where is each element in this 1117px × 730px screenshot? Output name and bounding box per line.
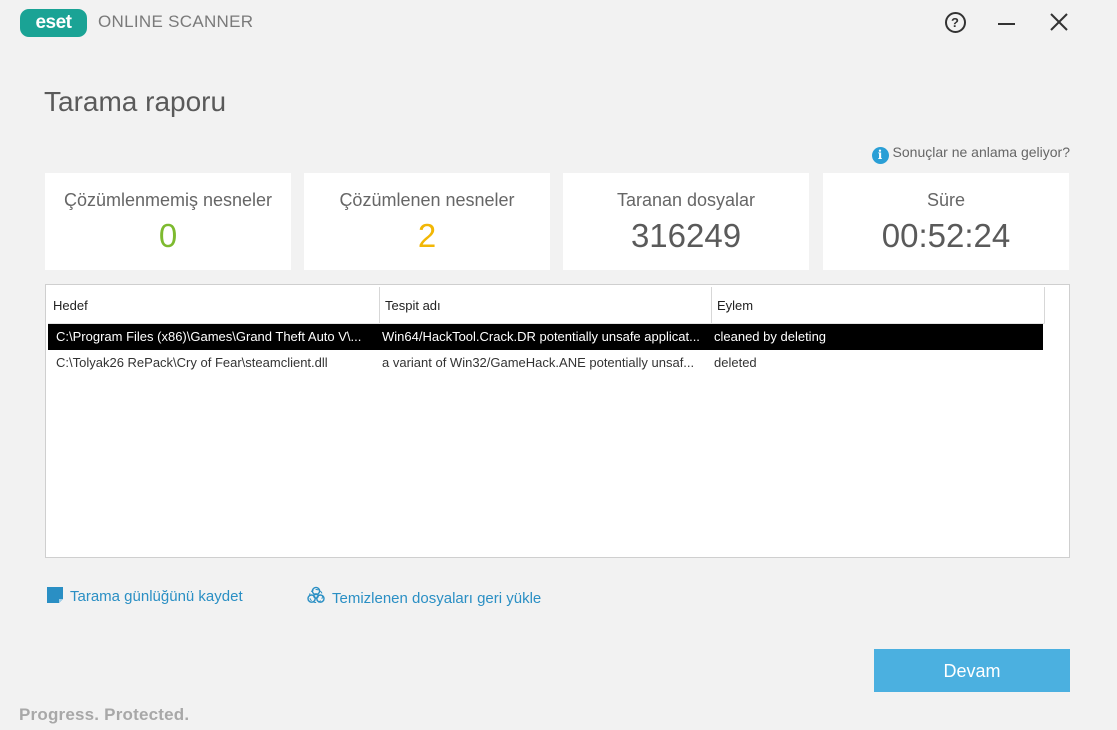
results-table[interactable]: Hedef Tespit adı Eylem C:\Program Files …	[45, 284, 1070, 558]
stat-value: 316249	[630, 217, 742, 254]
help-icon: ?	[944, 12, 966, 33]
stat-label: Süre	[926, 190, 966, 210]
stat-label: Çözümlenmemiş nesneler	[63, 190, 273, 210]
title-bar: eset ONLINE SCANNER ?	[0, 0, 1117, 48]
stat-duration: Süre 00:52:24	[823, 173, 1069, 270]
stat-unresolved: Çözümlenmemiş nesneler 0	[45, 173, 291, 270]
page-title: Tarama raporu	[44, 86, 227, 117]
logo-text: eset	[35, 12, 72, 33]
column-header-detection[interactable]: Tespit adı	[380, 287, 712, 323]
eset-logo: eset	[20, 9, 87, 37]
minimize-button[interactable]	[992, 8, 1022, 38]
stat-scanned-files: Taranan dosyalar 316249	[563, 173, 809, 270]
restore-files-label: Temizlenen dosyaları geri yükle	[332, 590, 542, 607]
help-button[interactable]: ?	[940, 8, 970, 38]
cell-action: deleted	[714, 355, 757, 370]
column-header-action[interactable]: Eylem	[712, 287, 1045, 323]
info-link-label: Sonuçlar ne anlama geliyor?	[892, 144, 1070, 160]
close-icon	[1050, 13, 1068, 31]
footer-tagline: Progress. Protected.	[19, 705, 190, 724]
stat-label: Taranan dosyalar	[616, 190, 756, 210]
info-icon: i	[871, 147, 889, 164]
save-icon	[47, 587, 63, 603]
continue-button[interactable]: Devam	[874, 649, 1070, 692]
cell-target: C:\Tolyak26 RePack\Cry of Fear\steamclie…	[56, 355, 328, 370]
restore-files-link[interactable]: Temizlenen dosyaları geri yükle	[306, 586, 541, 607]
cell-action: cleaned by deleting	[714, 329, 827, 344]
save-log-label: Tarama günlüğünü kaydet	[70, 588, 243, 605]
stat-value: 00:52:24	[881, 217, 1011, 254]
stat-value: 2	[417, 217, 437, 254]
results-meaning-link[interactable]: i Sonuçlar ne anlama geliyor?	[871, 144, 1070, 164]
stat-resolved: Çözümlenen nesneler 2	[304, 173, 550, 270]
minimize-icon	[998, 23, 1015, 25]
table-row[interactable]: C:\Tolyak26 RePack\Cry of Fear\steamclie…	[48, 350, 1043, 376]
cell-detection: a variant of Win32/GameHack.ANE potentia…	[382, 355, 695, 370]
product-name: ONLINE SCANNER	[98, 12, 254, 31]
biohazard-icon	[307, 586, 325, 603]
table-row[interactable]: C:\Program Files (x86)\Games\Grand Theft…	[48, 324, 1043, 350]
close-button[interactable]	[1044, 8, 1074, 38]
cell-detection: Win64/HackTool.Crack.DR potentially unsa…	[382, 329, 700, 344]
stat-label: Çözümlenen nesneler	[339, 190, 515, 210]
table-header: Hedef Tespit adı Eylem	[48, 287, 1045, 324]
stat-value: 0	[158, 217, 178, 254]
save-log-link[interactable]: Tarama günlüğünü kaydet	[46, 586, 243, 605]
column-header-target[interactable]: Hedef	[48, 287, 380, 323]
cell-target: C:\Program Files (x86)\Games\Grand Theft…	[56, 329, 362, 344]
